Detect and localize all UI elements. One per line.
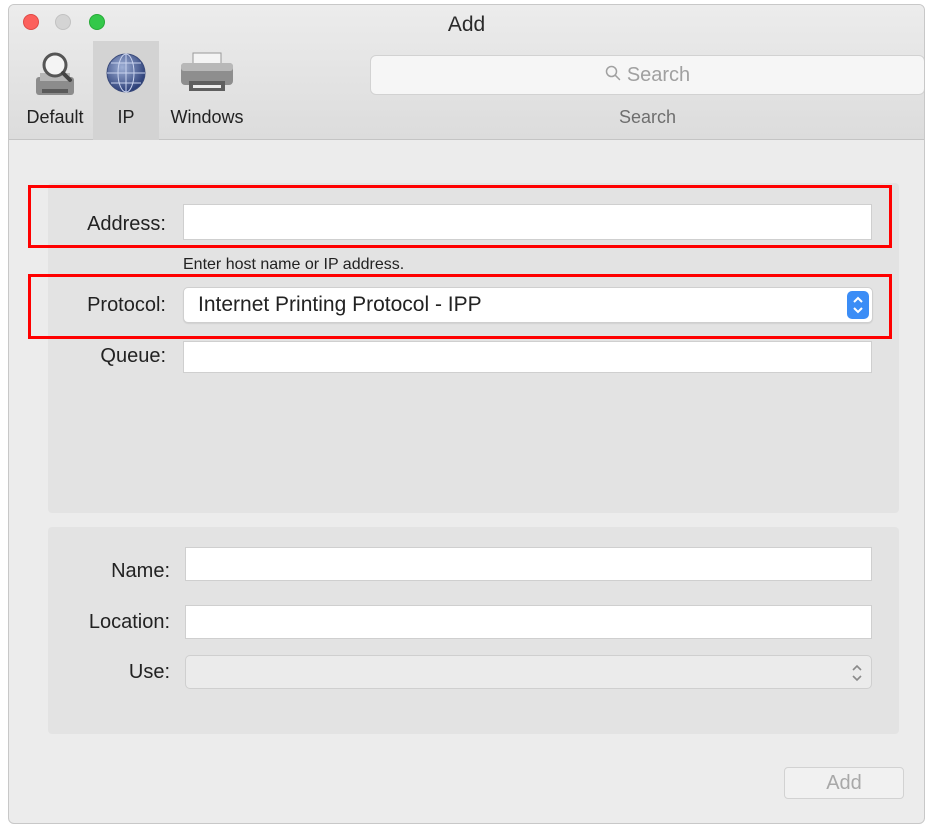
use-popup[interactable] — [185, 655, 872, 689]
search-placeholder: Search — [626, 64, 691, 87]
name-label: Name: — [111, 560, 170, 582]
location-label: Location: — [88, 611, 170, 633]
toolbar-default-button[interactable]: Default — [15, 41, 95, 140]
default-printer-magnifier-icon — [32, 51, 78, 106]
toolbar-windows-button[interactable]: Windows — [161, 41, 253, 140]
address-highlight-box — [28, 185, 892, 248]
protocol-highlight-box — [28, 274, 892, 339]
toolbar-windows-label: Windows — [170, 107, 244, 127]
printer-icon — [179, 51, 235, 100]
queue-label: Queue: — [100, 345, 166, 367]
add-printer-window: Add Default IP Windows Search Search Add… — [8, 4, 925, 824]
queue-field[interactable] — [183, 341, 872, 373]
location-field[interactable] — [185, 605, 872, 639]
add-button[interactable]: Add — [784, 767, 904, 799]
search-icon — [605, 64, 621, 87]
window-title: Add — [447, 13, 486, 36]
name-field[interactable] — [185, 547, 872, 581]
address-hint: Enter host name or IP address. — [183, 256, 405, 273]
popup-stepper-icon — [846, 659, 868, 687]
toolbar-default-label: Default — [26, 107, 84, 127]
use-label: Use: — [128, 661, 170, 683]
search-field[interactable]: Search — [370, 55, 924, 95]
titlebar: Add Default IP Windows Search Search — [9, 5, 924, 140]
toolbar-ip-label: IP — [117, 107, 135, 127]
globe-icon — [104, 51, 148, 100]
search-caption: Search — [618, 107, 677, 127]
toolbar-ip-button[interactable]: IP — [93, 41, 159, 140]
